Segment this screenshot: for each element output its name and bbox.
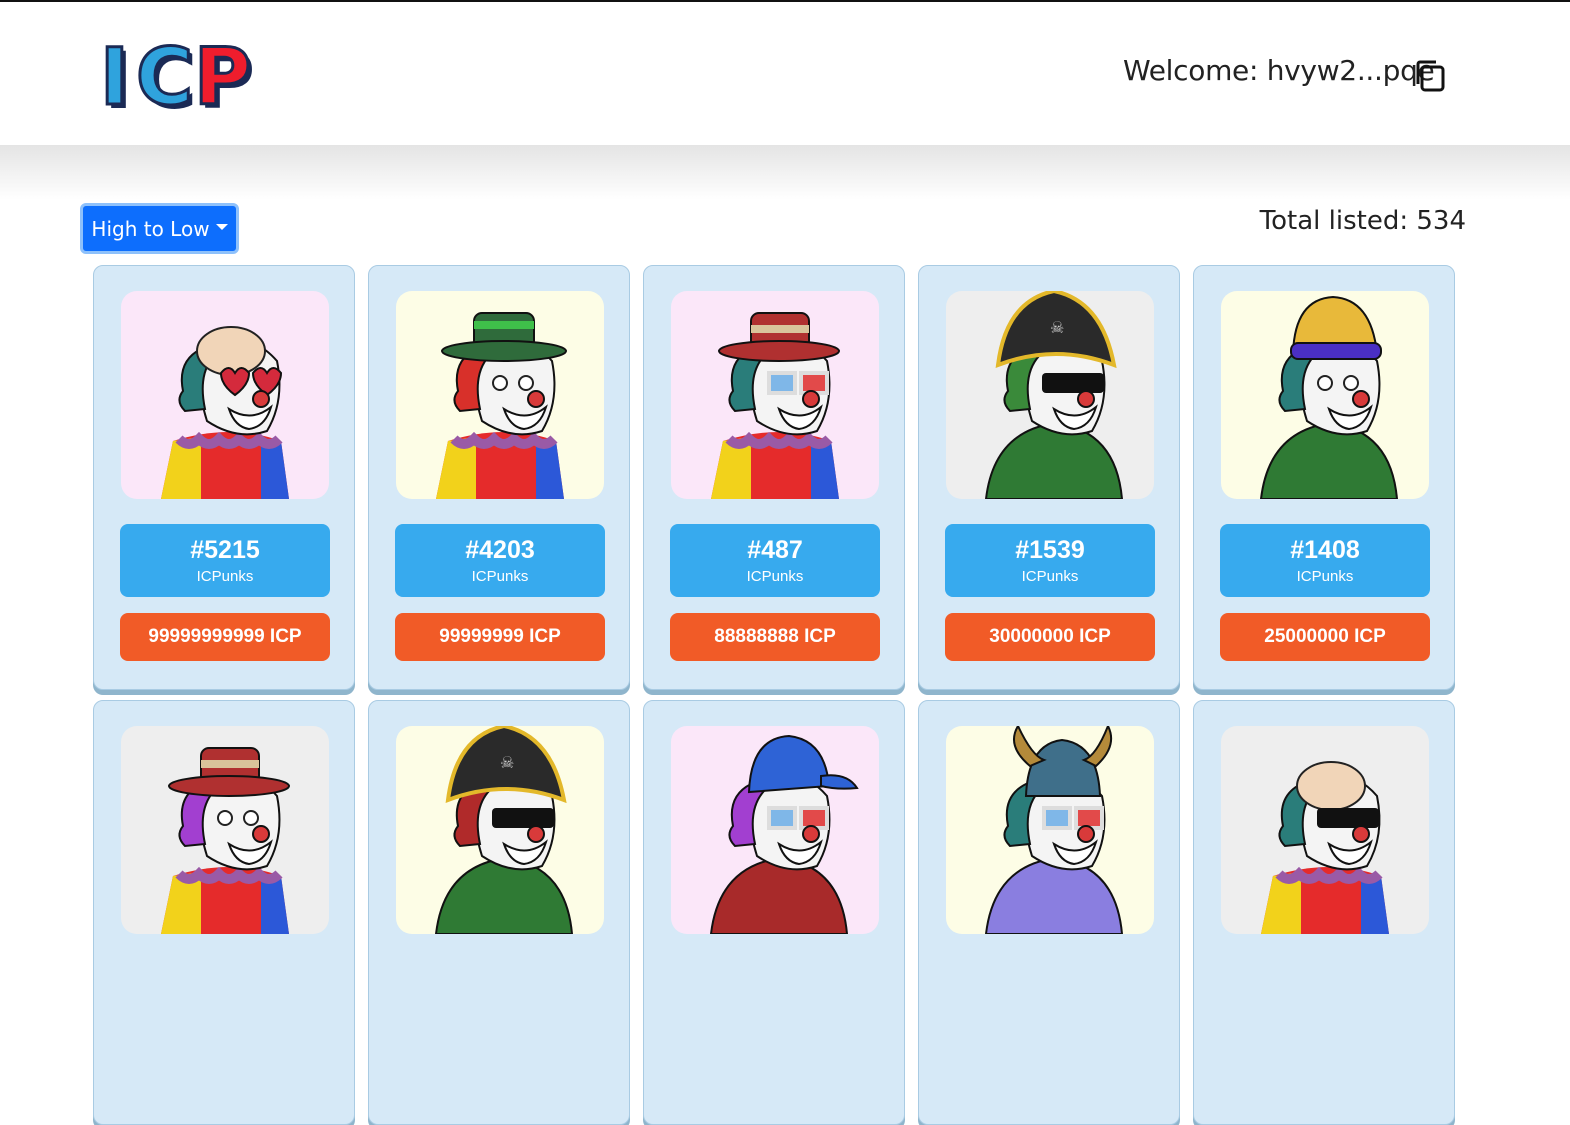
total-listed: Total listed: 534 [1259, 206, 1466, 236]
nft-card[interactable]: #1408 ICPunks 25000000 ICP [1193, 265, 1455, 690]
price-button[interactable]: 25000000 ICP [1220, 613, 1430, 661]
nft-card[interactable]: #5215 ICPunks 99999999999 ICP [93, 265, 355, 690]
nft-id: #4203 [465, 536, 535, 564]
collection-name: ICPunks [746, 568, 804, 585]
punk-portrait: ☠ [946, 291, 1154, 499]
nft-card[interactable] [1193, 700, 1455, 1125]
nft-image[interactable] [121, 726, 329, 934]
nft-card[interactable] [93, 700, 355, 1125]
punk-portrait [946, 726, 1154, 934]
nft-id: #1539 [1015, 536, 1085, 564]
nft-image[interactable] [396, 291, 604, 499]
nft-image[interactable]: ☠ [396, 726, 604, 934]
caret-down-icon [215, 223, 228, 230]
collection-name: ICPunks [196, 568, 254, 585]
collection-name: ICPunks [471, 568, 529, 585]
copy-icon[interactable] [1413, 58, 1449, 94]
nft-card[interactable] [643, 700, 905, 1125]
nft-id-box: #487 ICPunks [670, 524, 880, 597]
svg-text:P: P [194, 38, 251, 110]
nft-id-box: #4203 ICPunks [395, 524, 605, 597]
nft-image[interactable] [946, 726, 1154, 934]
nft-id: #1408 [1290, 536, 1360, 564]
punk-portrait [121, 291, 329, 499]
punk-portrait [121, 726, 329, 934]
price-button[interactable]: 99999999999 ICP [120, 613, 330, 661]
nft-image[interactable] [1221, 726, 1429, 934]
nft-id-box: #1539 ICPunks [945, 524, 1155, 597]
nft-card[interactable] [918, 700, 1180, 1125]
nft-id: #5215 [190, 536, 260, 564]
nft-card[interactable]: ☠ #1539 ICPunks 30000000 ICP [918, 265, 1180, 690]
sort-dropdown-button[interactable]: High to Low [80, 203, 239, 254]
icp-logo[interactable]: I I C C P P [100, 38, 252, 110]
nft-card[interactable]: ☠ [368, 700, 630, 1125]
collection-name: ICPunks [1296, 568, 1354, 585]
svg-text:☠: ☠ [1050, 320, 1064, 337]
welcome-text: Welcome: hvyw2...pqe [1123, 54, 1435, 87]
header-shadow [0, 145, 1570, 200]
nft-image[interactable] [1221, 291, 1429, 499]
nft-image[interactable]: ☠ [946, 291, 1154, 499]
svg-text:☠: ☠ [500, 755, 514, 772]
site-header: I I C C P P Welcome: hvyw2...pqe [0, 2, 1570, 145]
sort-label: High to Low [91, 216, 210, 241]
svg-text:C: C [136, 38, 193, 110]
svg-text:I: I [100, 38, 129, 110]
punk-portrait [1221, 291, 1429, 499]
nft-id-box: #5215 ICPunks [120, 524, 330, 597]
punk-portrait [396, 291, 604, 499]
price-button[interactable]: 99999999 ICP [395, 613, 605, 661]
punk-portrait [1221, 726, 1429, 934]
collection-name: ICPunks [1021, 568, 1079, 585]
nft-card[interactable]: #487 ICPunks 88888888 ICP [643, 265, 905, 690]
nft-image[interactable] [671, 291, 879, 499]
price-button[interactable]: 30000000 ICP [945, 613, 1155, 661]
nft-id: #487 [747, 536, 803, 564]
nft-id-box: #1408 ICPunks [1220, 524, 1430, 597]
price-button[interactable]: 88888888 ICP [670, 613, 880, 661]
punk-portrait [671, 726, 879, 934]
nft-card[interactable]: #4203 ICPunks 99999999 ICP [368, 265, 630, 690]
nft-image[interactable] [121, 291, 329, 499]
nft-image[interactable] [671, 726, 879, 934]
punk-portrait: ☠ [396, 726, 604, 934]
punk-portrait [671, 291, 879, 499]
